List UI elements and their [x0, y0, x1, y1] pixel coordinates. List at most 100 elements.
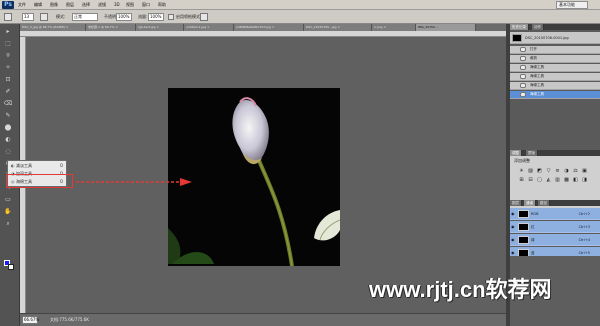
tool-button[interactable]: ⌾	[3, 52, 13, 60]
tool-button[interactable]: ⬚	[3, 40, 13, 48]
tool-button[interactable]: ⌕	[3, 220, 13, 228]
history-step-icon	[520, 74, 526, 79]
adjustment-icon[interactable]: ⊟	[527, 177, 534, 183]
tool-button[interactable]: ✐	[3, 88, 13, 96]
workspace-switcher[interactable]: 基本功能	[556, 1, 588, 9]
document-size-info: 文档:775.6K/775.6K	[50, 317, 89, 322]
menu-item[interactable]: 窗口	[142, 2, 150, 8]
document-tab[interactable]: ad6f6b8a8e8b7b7d.jpg ×	[234, 24, 304, 31]
channel-row[interactable]: ◉ RGB Ctrl+2	[510, 208, 600, 220]
document-tab[interactable]: DSC_20150706...jpg ×	[304, 24, 372, 31]
airbrush-checkbox[interactable]	[168, 14, 174, 20]
zoom-field[interactable]: 66.67%	[22, 316, 39, 324]
history-step-label: 裁剪	[530, 56, 537, 60]
adjustment-icon[interactable]: ▣	[581, 168, 588, 174]
history-step[interactable]: 海绵工具	[510, 64, 600, 72]
flow-field[interactable]: 100%	[148, 13, 164, 21]
adjustments-title: 添加调整	[514, 158, 530, 163]
tab-channels[interactable]: 通道	[524, 200, 536, 206]
menu-item[interactable]: 编辑	[34, 2, 42, 8]
history-snapshot[interactable]: DSC_20150706-0001.jpg	[510, 32, 600, 44]
adjustment-icon[interactable]: ▽	[545, 168, 552, 174]
tool-button[interactable]: ⊡	[3, 76, 13, 84]
history-step-icon	[520, 47, 526, 52]
document-tab[interactable]: 1.png ×	[372, 24, 416, 31]
tab-layers[interactable]: 图层	[510, 200, 522, 206]
adjustment-icon[interactable]: ▩	[563, 177, 570, 183]
history-step[interactable]: 海绵工具	[510, 73, 600, 81]
channel-name: 红	[531, 225, 535, 229]
channel-row[interactable]: ◉ 绿 Ctrl+4	[510, 234, 600, 246]
mode-select[interactable]: 正常	[72, 13, 98, 21]
menu-item[interactable]: 文件	[18, 2, 26, 8]
background-color-swatch[interactable]	[8, 264, 14, 270]
menu-item[interactable]: 滤镜	[98, 2, 106, 8]
brush-size-field[interactable]: 13	[22, 13, 34, 21]
adjustment-icon[interactable]: ◨	[581, 177, 588, 183]
adjustment-icon[interactable]: ⊞	[518, 177, 525, 183]
adjustment-icon[interactable]: ⚖	[572, 168, 579, 174]
channel-row[interactable]: ◉ 红 Ctrl+3	[510, 221, 600, 233]
document-tab[interactable]: 未标题-1 @ 66.7% ×	[86, 24, 136, 31]
brush-panel-icon[interactable]	[40, 13, 48, 21]
site-watermark: www.rjtj.cn软荐网	[369, 277, 552, 302]
channel-thumbnail	[518, 236, 529, 244]
history-step[interactable]: 打开	[510, 46, 600, 54]
tool-button[interactable]: ✧	[3, 64, 13, 72]
annotation-arrow-icon	[76, 178, 192, 186]
tool-button[interactable]: ◐	[3, 136, 13, 144]
adjustment-icon[interactable]: ☀	[518, 168, 525, 174]
menu-item[interactable]: 帮助	[158, 2, 166, 8]
adjustment-icon[interactable]: ◭	[545, 177, 552, 183]
menu-item[interactable]: 图层	[66, 2, 74, 8]
airbrush-label: 启用喷枪模式	[176, 14, 200, 19]
eye-icon[interactable]: ◉	[511, 237, 515, 242]
flyout-item-label: 减淡工具	[16, 163, 32, 168]
adjustment-icon[interactable]: ≡	[554, 168, 561, 174]
channel-thumbnail	[518, 210, 529, 218]
history-panel-header: 历史记录 动作	[510, 24, 600, 30]
sponge-tool-preset-icon[interactable]	[4, 13, 12, 21]
history-step-label: 海绵工具	[530, 92, 544, 96]
document-image[interactable]	[168, 88, 340, 266]
tool-button[interactable]: ✎	[3, 112, 13, 120]
tab-history[interactable]: 历史记录	[510, 24, 529, 30]
eye-icon[interactable]: ◉	[511, 224, 515, 229]
channel-shortcut: Ctrl+4	[578, 238, 590, 242]
channel-shortcut: Ctrl+2	[578, 212, 590, 216]
opacity-field[interactable]: 100%	[116, 13, 132, 21]
history-step-label: 打开	[530, 47, 537, 51]
history-step[interactable]: 海绵工具	[510, 82, 600, 90]
snapshot-label: DSC_20150706-0001.jpg	[525, 36, 569, 40]
history-step-icon	[520, 92, 526, 97]
eye-icon[interactable]: ◉	[511, 211, 515, 216]
menu-item[interactable]: 视图	[126, 2, 134, 8]
history-step[interactable]: 海绵工具	[510, 91, 600, 99]
adjustment-icon[interactable]: ▢	[536, 177, 543, 183]
adjustment-icon[interactable]: ◩	[536, 168, 543, 174]
tab-actions[interactable]: 动作	[532, 24, 544, 30]
tool-button[interactable]: ◌	[3, 148, 13, 156]
pressure-icon[interactable]	[200, 13, 208, 21]
adjustment-icon[interactable]: ▥	[554, 177, 561, 183]
menu-item[interactable]: 图像	[50, 2, 58, 8]
adjustment-icon[interactable]: ◧	[572, 177, 579, 183]
adjustment-icon[interactable]: ▨	[527, 168, 534, 174]
document-tab[interactable]: IMG_20150...	[416, 24, 476, 31]
tab-paths[interactable]: 路径	[538, 200, 550, 206]
tool-button[interactable]: ⬤	[3, 124, 13, 132]
menu-item[interactable]: 选择	[82, 2, 90, 8]
tool-button[interactable]: ✋	[3, 208, 13, 216]
adjustment-icon[interactable]: ◑	[563, 168, 570, 174]
document-tab[interactable]: rgb-text.jpg ×	[136, 24, 184, 31]
history-step[interactable]: 裁剪	[510, 55, 600, 63]
tool-button[interactable]: ▭	[3, 196, 13, 204]
flyout-item[interactable]: ◐ 减淡工具 O	[11, 163, 65, 169]
eye-icon[interactable]: ◉	[511, 250, 515, 255]
menu-item[interactable]: 3D	[114, 2, 120, 7]
history-step-icon	[520, 56, 526, 61]
document-tab[interactable]: DSC_3_jpg @ 66.7% (RGB/8) ×	[20, 24, 86, 31]
tool-button[interactable]: ⌫	[3, 100, 13, 108]
tool-button[interactable]: ▸	[3, 28, 13, 36]
document-tab[interactable]: untitled-1.jpg ×	[184, 24, 234, 31]
